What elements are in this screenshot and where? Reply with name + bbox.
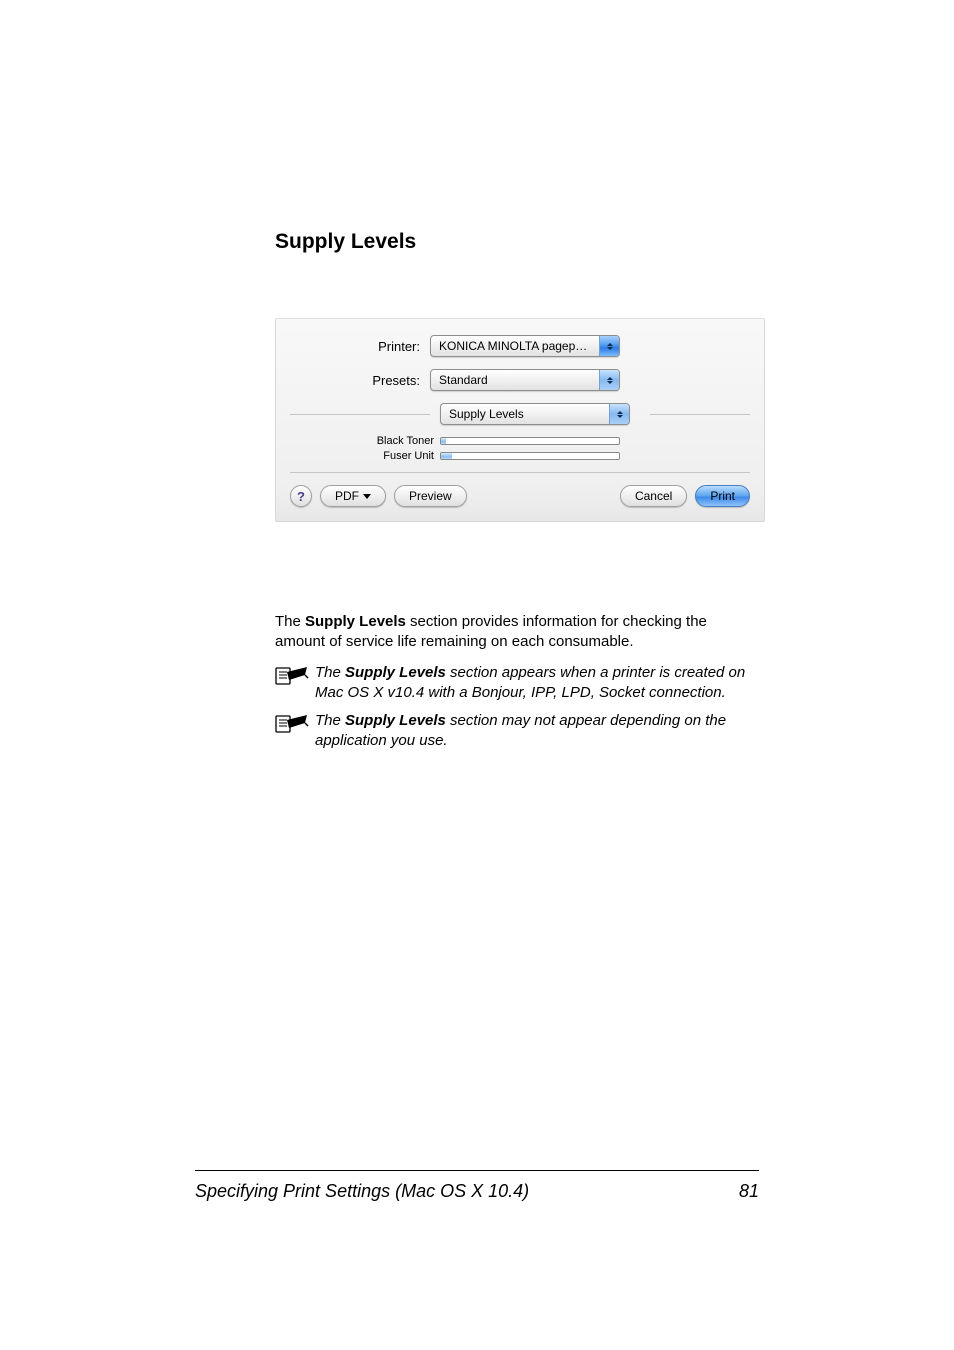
- print-dialog: Printer: KONICA MINOLTA pagepro 56... Pr…: [275, 318, 765, 522]
- supply-label: Black Toner: [290, 435, 440, 447]
- text-bold: Supply Levels: [305, 613, 406, 630]
- supply-levels-area: Black Toner Fuser Unit: [290, 435, 750, 462]
- page-number: 81: [739, 1181, 759, 1202]
- section-heading: Supply Levels: [275, 230, 759, 254]
- footer-title: Specifying Print Settings (Mac OS X 10.4…: [195, 1181, 529, 1202]
- pdf-menu-button[interactable]: PDF: [320, 485, 386, 507]
- dialog-footer: ? PDF Preview Cancel Print: [290, 485, 750, 507]
- note-icon: [275, 665, 309, 687]
- presets-row: Presets: Standard: [290, 369, 750, 391]
- print-button[interactable]: Print: [695, 485, 750, 507]
- footer-divider: [290, 472, 750, 473]
- text-bold: Supply Levels: [345, 664, 446, 681]
- note-1: The Supply Levels section appears when a…: [275, 663, 759, 704]
- divider-left: [290, 414, 430, 415]
- chevrons-icon: [599, 336, 619, 356]
- panel-select-value: Supply Levels: [441, 404, 609, 424]
- note-2: The Supply Levels section may not appear…: [275, 711, 759, 752]
- note-text: The Supply Levels section may not appear…: [315, 711, 759, 752]
- body-paragraph: The Supply Levels section provides infor…: [275, 612, 759, 653]
- supply-bar: [440, 437, 620, 445]
- supply-row-black-toner: Black Toner: [290, 435, 750, 447]
- page-footer: Specifying Print Settings (Mac OS X 10.4…: [195, 1170, 759, 1202]
- footer-rule: [195, 1170, 759, 1171]
- text: The: [275, 613, 305, 630]
- supply-row-fuser-unit: Fuser Unit: [290, 450, 750, 462]
- text: The: [315, 712, 345, 729]
- triangle-down-icon: [363, 494, 371, 499]
- pdf-button-label: PDF: [335, 489, 359, 503]
- note-text: The Supply Levels section appears when a…: [315, 663, 759, 704]
- supply-label: Fuser Unit: [290, 450, 440, 462]
- supply-bar: [440, 452, 620, 460]
- chevrons-icon: [609, 404, 629, 424]
- preview-button[interactable]: Preview: [394, 485, 467, 507]
- cancel-button[interactable]: Cancel: [620, 485, 687, 507]
- panel-select[interactable]: Supply Levels: [440, 403, 630, 425]
- note-icon: [275, 713, 309, 735]
- printer-row: Printer: KONICA MINOLTA pagepro 56...: [290, 335, 750, 357]
- presets-select[interactable]: Standard: [430, 369, 620, 391]
- text: The: [315, 664, 345, 681]
- supply-bar-fill: [441, 438, 446, 444]
- printer-select-value: KONICA MINOLTA pagepro 56...: [431, 336, 599, 356]
- section-divider: Supply Levels: [290, 403, 750, 425]
- text-bold: Supply Levels: [345, 712, 446, 729]
- presets-label: Presets:: [290, 373, 430, 388]
- printer-select[interactable]: KONICA MINOLTA pagepro 56...: [430, 335, 620, 357]
- chevrons-icon: [599, 370, 619, 390]
- supply-bar-fill: [441, 453, 452, 459]
- divider-right: [650, 414, 750, 415]
- printer-label: Printer:: [290, 339, 430, 354]
- help-button[interactable]: ?: [290, 485, 312, 507]
- presets-select-value: Standard: [431, 370, 599, 390]
